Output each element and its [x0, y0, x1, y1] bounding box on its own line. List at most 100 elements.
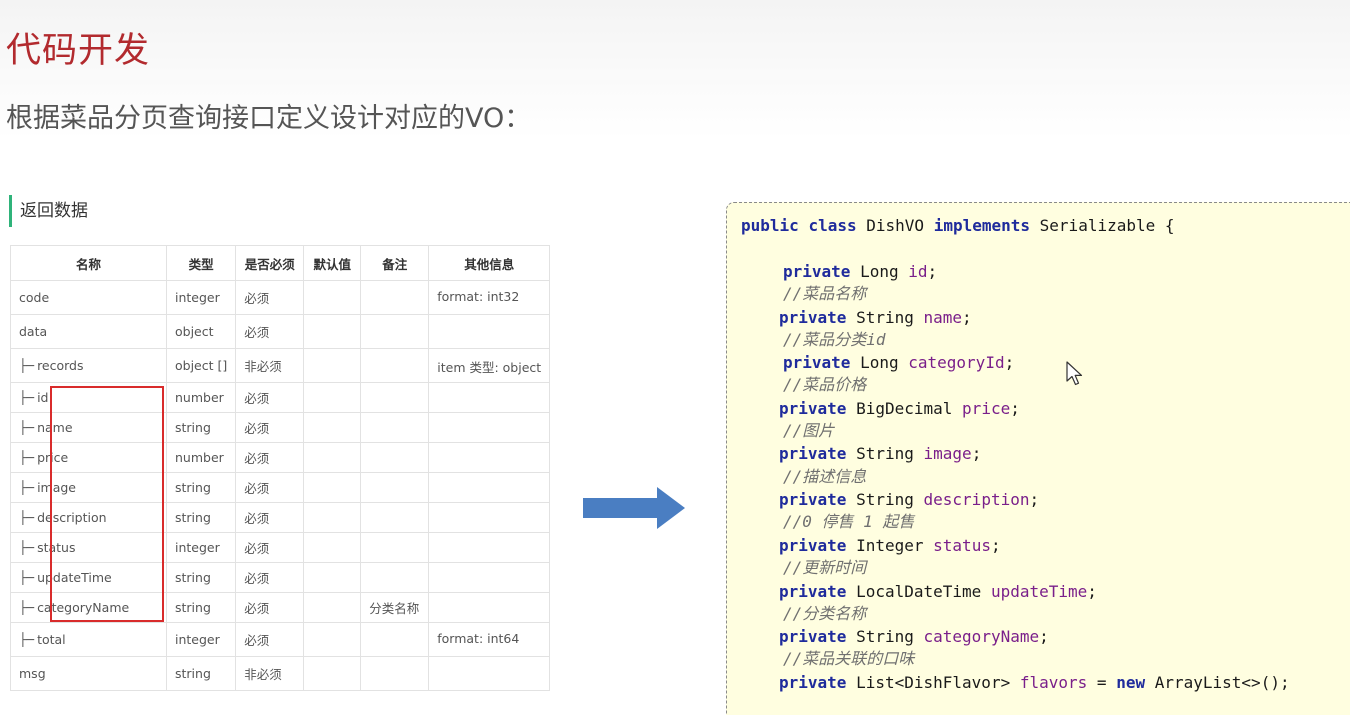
field-name: description — [923, 490, 1030, 509]
table-row: ├─ total integer 必须 format: int64 — [10, 622, 551, 657]
cell-type: string — [165, 412, 237, 443]
cell-default — [303, 472, 362, 503]
cell-name: data — [10, 314, 167, 349]
cell-other: format: int32 — [428, 280, 551, 315]
table-row: ├─ image string 必须 — [10, 472, 551, 503]
comment-text: //菜品名称 — [783, 284, 867, 303]
header-col-default: 默认值 — [303, 245, 362, 281]
code-field-declaration: private String name; — [779, 307, 972, 329]
field-name: updateTime — [990, 582, 1088, 601]
field-name: msg — [19, 666, 46, 681]
code-field-declaration: private Long categoryId; — [783, 352, 1014, 374]
open-brace: { — [1164, 216, 1175, 235]
cell-name: code — [10, 280, 167, 315]
cell-default — [303, 412, 362, 443]
field-name: code — [19, 290, 50, 305]
cell-default — [303, 656, 362, 691]
cell-note — [360, 348, 430, 383]
cell-other — [428, 442, 551, 473]
field-name: categoryName — [37, 600, 130, 615]
cell-default — [303, 622, 362, 657]
cell-other — [428, 382, 551, 413]
cell-name: msg — [10, 656, 167, 691]
keyword-private: private — [779, 673, 847, 692]
table-header-row: 名称 类型 是否必须 默认值 备注 其他信息 — [10, 245, 551, 281]
header-col-other: 其他信息 — [428, 245, 551, 281]
tree-branch-icon: ├─ — [19, 358, 35, 373]
field-name: categoryName — [923, 627, 1040, 646]
cell-name: ├─ total — [10, 622, 167, 657]
cell-type: number — [165, 442, 237, 473]
cell-required: 必须 — [235, 472, 305, 503]
cell-type: integer — [165, 622, 237, 657]
field-name: image — [923, 444, 972, 463]
code-comment: //描述信息 — [783, 466, 866, 488]
statement-end: ; — [1010, 399, 1020, 418]
table-row: data object 必须 — [10, 314, 551, 349]
comment-text: //0 停售 1 起售 — [783, 512, 915, 531]
keyword-implements: implements — [933, 216, 1031, 235]
code-comment: //菜品分类id — [783, 329, 886, 351]
cell-other: format: int64 — [428, 622, 551, 657]
table-row: code integer 必须 format: int32 — [10, 280, 551, 315]
code-comment: //图片 — [783, 420, 834, 442]
right-arrow-icon — [583, 487, 685, 529]
tree-branch-icon: ├─ — [19, 390, 35, 405]
field-name: image — [37, 480, 76, 495]
code-field-declaration: private List<DishFlavor> flavors = new A… — [779, 672, 1290, 694]
cell-default — [303, 562, 362, 593]
tree-branch-icon: ├─ — [19, 450, 35, 465]
page-subtitle: 根据菜品分页查询接口定义设计对应的VO： — [6, 103, 532, 134]
code-field-declaration: private String image; — [779, 443, 981, 465]
table-row: ├─ description string 必须 — [10, 502, 551, 533]
keyword-new: new — [1116, 673, 1146, 692]
statement-end: ; — [1039, 627, 1049, 646]
keyword-private: private — [779, 582, 847, 601]
code-field-declaration: private BigDecimal price; — [779, 398, 1020, 420]
field-name: name — [923, 308, 963, 327]
cell-required: 必须 — [235, 412, 305, 443]
field-type: String — [856, 308, 914, 327]
field-type: BigDecimal — [856, 399, 953, 418]
cell-default — [303, 532, 362, 563]
statement-end: ; — [971, 444, 982, 463]
cell-note — [360, 532, 430, 563]
cell-default — [303, 442, 362, 473]
code-block: public class DishVO implements Serializa… — [726, 202, 1350, 715]
field-name: description — [37, 510, 107, 525]
cell-name: ├─ records — [10, 348, 167, 383]
field-name: status — [37, 540, 76, 555]
cell-type: integer — [165, 532, 237, 563]
cell-default — [303, 280, 362, 315]
mouse-pointer-icon — [1066, 361, 1083, 386]
field-name: categoryId — [908, 353, 1005, 372]
cell-required: 必须 — [235, 502, 305, 533]
assign-operator: = — [1087, 673, 1117, 692]
cell-type: string — [165, 562, 237, 593]
cell-required: 必须 — [235, 442, 305, 473]
code-field-declaration: private Long id; — [783, 261, 937, 283]
table-row: ├─ categoryName string 必须 分类名称 — [10, 592, 551, 623]
keyword-public: public — [741, 216, 799, 235]
statement-end: ; — [962, 308, 972, 327]
header-col-type: 类型 — [165, 245, 237, 281]
cell-note — [360, 280, 430, 315]
table-row: ├─ id number 必须 — [10, 382, 551, 413]
statement-end: ; — [990, 536, 1001, 555]
cell-required: 必须 — [235, 280, 305, 315]
statement-end: ; — [927, 262, 938, 281]
comment-text: //菜品价格 — [783, 375, 867, 394]
code-comment: //0 停售 1 起售 — [783, 511, 914, 533]
code-field-declaration: private LocalDateTime updateTime; — [779, 581, 1097, 603]
field-type: Long — [860, 262, 899, 281]
keyword-private: private — [783, 353, 851, 372]
cell-name: ├─ name — [10, 412, 167, 443]
cell-default — [303, 348, 362, 383]
field-name: id — [37, 390, 49, 405]
cell-required: 必须 — [235, 592, 305, 623]
class-name: DishVO — [866, 216, 925, 235]
response-fields-table: 名称 类型 是否必须 默认值 备注 其他信息 code integer 必须 format: i… — [10, 245, 551, 691]
field-type: Integer — [856, 536, 924, 555]
table-row: msg string 非必须 — [10, 656, 551, 691]
keyword-private: private — [779, 308, 847, 327]
